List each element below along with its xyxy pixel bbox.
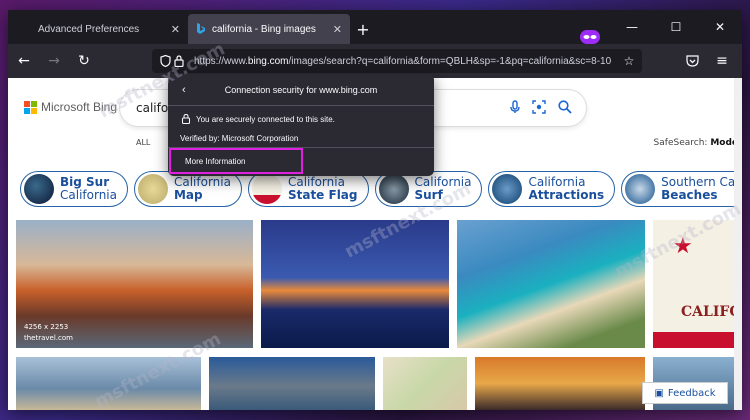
image-meta: 4256 x 2253 thetravel.com <box>24 323 73 342</box>
url-text: https://www.bing.com/images/search?q=cal… <box>194 55 612 67</box>
image-result-cliffs[interactable]: 4256 x 2253 thetravel.com <box>16 220 253 348</box>
chip-thumbnail <box>251 174 282 204</box>
microsoft-logo-icon <box>24 100 37 114</box>
reload-button[interactable]: ↻ <box>70 47 98 75</box>
chip-thumbnail <box>625 174 656 204</box>
image-result-flag[interactable]: ★ CALIFO <box>653 220 734 348</box>
tab-advanced-preferences[interactable]: Advanced Preferences ✕ <box>30 14 188 44</box>
browser-window: Advanced Preferences ✕ california - Bing… <box>8 10 742 410</box>
new-tab-button[interactable]: + <box>350 14 376 44</box>
image-result-map[interactable] <box>383 357 467 410</box>
image-result-pier[interactable] <box>261 220 449 348</box>
star-icon: ★ <box>673 234 693 259</box>
feedback-button[interactable]: ▣ Feedback <box>642 382 728 404</box>
chip-state-flag[interactable]: California State Flag <box>247 171 369 207</box>
more-information-button[interactable]: More Information <box>169 148 303 174</box>
tracking-protection-shield-icon[interactable] <box>158 54 172 68</box>
chip-thumbnail <box>492 174 523 204</box>
private-browsing-icon <box>580 30 600 44</box>
chip-california-surf[interactable]: California Surf <box>374 171 483 207</box>
microsoft-bing-logo[interactable]: Microsoft Bing <box>24 100 117 114</box>
bing-favicon-icon <box>197 23 205 34</box>
feedback-icon: ▣ <box>654 387 664 399</box>
menu-icon[interactable]: ≡ <box>708 47 736 75</box>
secure-connection-status: You are securely connected to this site. <box>168 108 434 130</box>
minimize-icon[interactable]: — <box>610 20 654 34</box>
chip-thumbnail <box>24 174 54 204</box>
chip-big-sur[interactable]: Big Sur California <box>20 171 128 207</box>
back-button[interactable]: ← <box>10 47 38 75</box>
chip-thumbnail <box>137 174 168 204</box>
chip-southern-california-beaches[interactable]: Southern CaliforniaBeaches <box>621 171 742 207</box>
bookmark-star-icon[interactable]: ☆ <box>622 54 636 68</box>
lock-icon[interactable] <box>172 54 186 68</box>
close-window-icon[interactable]: ✕ <box>698 20 742 34</box>
connection-security-panel: ‹ Connection security for www.bing.com Y… <box>168 74 434 176</box>
page-scrollbar[interactable] <box>734 78 742 410</box>
pocket-icon[interactable] <box>678 47 706 75</box>
tab-bar: Advanced Preferences ✕ california - Bing… <box>8 10 742 44</box>
close-tab-icon[interactable]: ✕ <box>333 23 342 36</box>
tab-label: Advanced Preferences <box>38 23 140 35</box>
maximize-icon[interactable]: ☐ <box>654 20 698 34</box>
image-result-coast[interactable] <box>16 357 201 410</box>
search-icon[interactable] <box>558 99 572 117</box>
url-bar[interactable]: https://www.bing.com/images/search?q=cal… <box>152 49 642 73</box>
verified-by: Verified by: Microsoft Corporation <box>168 130 434 148</box>
tab-all[interactable]: ALL <box>136 138 150 147</box>
lock-icon <box>182 114 190 124</box>
related-searches: Big Sur California California Map Californ… <box>20 171 742 207</box>
panel-title: Connection security for www.bing.com <box>224 84 378 95</box>
microphone-icon[interactable] <box>510 99 520 117</box>
chip-thumbnail <box>378 174 409 204</box>
chip-california-attractions[interactable]: California Attractions <box>488 171 616 207</box>
image-result-beach[interactable] <box>457 220 645 348</box>
image-result-sunset[interactable] <box>475 357 645 410</box>
tab-bing-images[interactable]: california - Bing images ✕ <box>188 14 350 44</box>
visual-search-icon[interactable] <box>532 99 546 117</box>
tab-label: california - Bing images <box>212 23 316 35</box>
chip-california-map[interactable]: California Map <box>133 171 242 207</box>
navigation-toolbar: ← → ↻ https://www.bing.com/images/search… <box>8 44 742 78</box>
close-tab-icon[interactable]: ✕ <box>171 23 180 36</box>
forward-button[interactable]: → <box>40 47 68 75</box>
back-arrow-icon[interactable]: ‹ <box>182 84 186 96</box>
flag-text: CALIFO <box>681 304 734 320</box>
image-result-lake[interactable] <box>209 357 375 410</box>
safesearch-toggle[interactable]: SafeSearch: Mode <box>654 138 738 148</box>
